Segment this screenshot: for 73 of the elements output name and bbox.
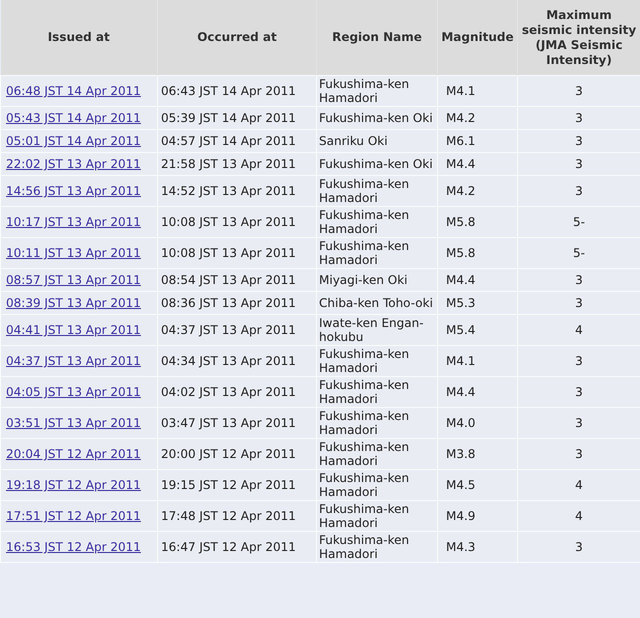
column-header: Issued at [0,0,158,76]
region-cell: Fukushima-ken Hamadori [316,176,438,206]
region-cell: Fukushima-ken Hamadori [316,438,438,470]
region-cell: Fukushima-ken Hamadori [316,470,438,500]
intensity-cell: 3 [518,292,640,314]
occurred-cell: 06:43 JST 14 Apr 2011 [158,76,316,106]
magnitude-cell: M4.1 [438,346,518,376]
region-cell: Fukushima-ken Oki [316,106,438,130]
intensity-cell: 4 [518,500,640,532]
intensity-cell: 3 [518,376,640,408]
occurred-cell: 10:08 JST 13 Apr 2011 [158,238,316,268]
magnitude-cell: M4.4 [438,268,518,292]
occurred-cell: 19:15 JST 12 Apr 2011 [158,470,316,500]
magnitude-cell: M4.2 [438,106,518,130]
magnitude-cell: M4.2 [438,176,518,206]
occurred-cell: 17:48 JST 12 Apr 2011 [158,500,316,532]
column-header: Occurred at [158,0,316,76]
region-cell: Fukushima-ken Hamadori [316,500,438,532]
region-cell: Fukushima-ken Hamadori [316,76,438,106]
intensity-cell: 5- [518,238,640,268]
column-header: Magnitude [438,0,518,76]
intensity-cell: 3 [518,152,640,176]
magnitude-cell: M4.0 [438,408,518,438]
region-cell: Fukushima-ken Hamadori [316,346,438,376]
occurred-cell: 21:58 JST 13 Apr 2011 [158,152,316,176]
occurred-cell: 03:47 JST 13 Apr 2011 [158,408,316,438]
occurred-cell: 08:54 JST 13 Apr 2011 [158,268,316,292]
occurred-cell: 05:39 JST 14 Apr 2011 [158,106,316,130]
intensity-cell: 3 [518,130,640,152]
region-cell: Fukushima-ken Hamadori [316,238,438,268]
magnitude-cell: M5.8 [438,238,518,268]
column-header: Region Name [316,0,438,76]
magnitude-cell: M4.1 [438,76,518,106]
intensity-cell: 3 [518,76,640,106]
region-cell: Fukushima-ken Hamadori [316,408,438,438]
region-cell: Fukushima-ken Hamadori [316,376,438,408]
occurred-cell: 20:00 JST 12 Apr 2011 [158,438,316,470]
magnitude-cell: M4.5 [438,470,518,500]
intensity-cell: 4 [518,314,640,346]
intensity-cell: 3 [518,408,640,438]
region-cell: Iwate-ken Engan-hokubu [316,314,438,346]
magnitude-cell: M4.4 [438,152,518,176]
region-cell: Chiba-ken Toho-oki [316,292,438,314]
region-cell: Fukushima-ken Hamadori [316,532,438,562]
intensity-cell: 3 [518,176,640,206]
occurred-cell: 14:52 JST 13 Apr 2011 [158,176,316,206]
magnitude-cell: M4.9 [438,500,518,532]
occurred-cell: 08:36 JST 13 Apr 2011 [158,292,316,314]
intensity-cell: 3 [518,106,640,130]
intensity-cell: 3 [518,268,640,292]
region-cell: Fukushima-ken Oki [316,152,438,176]
intensity-cell: 3 [518,532,640,562]
occurred-cell: 04:02 JST 13 Apr 2011 [158,376,316,408]
intensity-cell: 3 [518,346,640,376]
region-cell: Miyagi-ken Oki [316,268,438,292]
magnitude-cell: M4.3 [438,532,518,562]
intensity-cell: 4 [518,470,640,500]
magnitude-cell: M3.8 [438,438,518,470]
occurred-cell: 16:47 JST 12 Apr 2011 [158,532,316,562]
intensity-cell: 5- [518,206,640,238]
occurred-cell: 04:57 JST 14 Apr 2011 [158,130,316,152]
occurred-cell: 04:37 JST 13 Apr 2011 [158,314,316,346]
magnitude-cell: M5.3 [438,292,518,314]
occurred-cell: 10:08 JST 13 Apr 2011 [158,206,316,238]
magnitude-cell: M5.8 [438,206,518,238]
magnitude-cell: M5.4 [438,314,518,346]
region-cell: Sanriku Oki [316,130,438,152]
intensity-cell: 3 [518,438,640,470]
magnitude-cell: M4.4 [438,376,518,408]
region-cell: Fukushima-ken Hamadori [316,206,438,238]
magnitude-cell: M6.1 [438,130,518,152]
column-header: Maximum seismic intensity (JMA Seismic Intensity) [518,0,640,76]
occurred-cell: 04:34 JST 13 Apr 2011 [158,346,316,376]
